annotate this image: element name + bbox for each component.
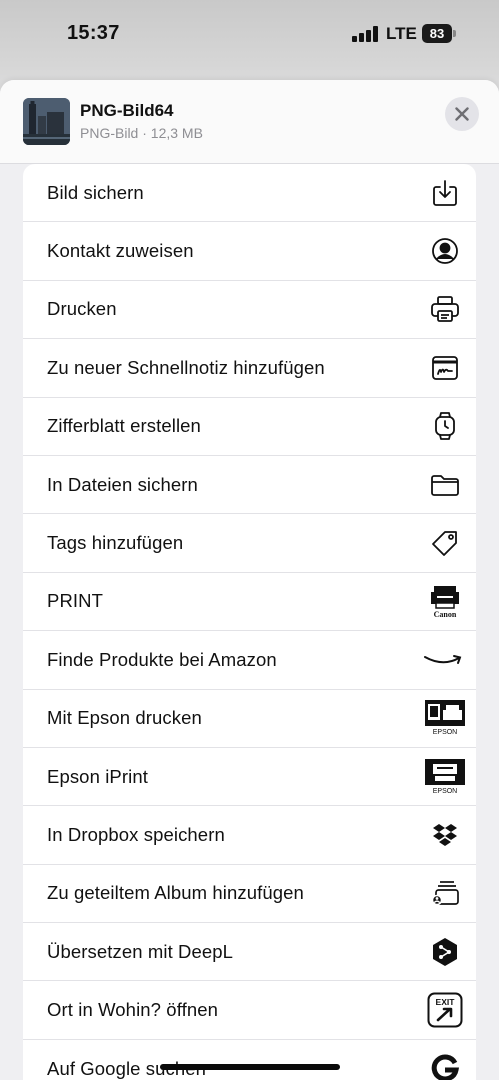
action-label: Bild sichern: [47, 181, 144, 203]
action-dropbox[interactable]: In Dropbox speichern: [23, 806, 476, 865]
svg-text:EPSON: EPSON: [433, 729, 458, 736]
action-label: Übersetzen mit DeepL: [47, 940, 234, 962]
dropbox-icon: [428, 818, 462, 852]
action-label: Drucken: [47, 298, 117, 320]
action-label: Epson iPrint: [47, 765, 148, 787]
action-create-watch-face[interactable]: Zifferblatt erstellen: [23, 398, 476, 456]
action-label: Finde Produkte bei Amazon: [47, 648, 277, 670]
share-sheet: PNG-Bild64 PNG-Bild · 12,3 MB Bild siche…: [0, 80, 499, 1080]
exit-sign-icon: EXIT: [426, 992, 464, 1028]
action-label: Kontakt zuweisen: [47, 240, 194, 262]
canon-print-icon: Canon: [428, 584, 462, 618]
shared-album-icon: [428, 876, 462, 910]
network-type: LTE: [386, 24, 417, 43]
action-google[interactable]: Auf Google suchen: [23, 1040, 476, 1080]
file-title: PNG-Bild64: [80, 101, 174, 120]
folder-icon: [428, 468, 462, 502]
action-label: PRINT: [47, 590, 103, 612]
action-label: In Dateien sichern: [47, 473, 198, 495]
svg-text:EPSON: EPSON: [433, 788, 458, 795]
action-add-tags[interactable]: Tags hinzufügen: [23, 514, 476, 573]
svg-text:Canon: Canon: [434, 610, 457, 618]
save-image-icon: [428, 176, 462, 210]
action-deepl[interactable]: Übersetzen mit DeepL: [23, 923, 476, 982]
action-label: Zu neuer Schnellnotiz hinzufügen: [47, 356, 325, 378]
quick-note-icon: [428, 351, 462, 385]
file-subtitle: PNG-Bild · 12,3 MB: [80, 125, 203, 141]
action-label: Zifferblatt erstellen: [47, 415, 201, 437]
action-wohin[interactable]: Ort in Wohin? öffnen EXIT: [23, 981, 476, 1040]
person-circle-icon: [428, 234, 462, 268]
watch-icon: [428, 409, 462, 443]
close-icon: [455, 107, 469, 121]
battery-icon: 83: [422, 24, 452, 43]
action-label: Mit Epson drucken: [47, 707, 202, 729]
action-print[interactable]: Drucken: [23, 281, 476, 340]
printer-icon: [428, 292, 462, 326]
cellular-signal-icon: [352, 26, 378, 42]
epson-iprint-icon: EPSON: [425, 758, 465, 795]
action-list: Bild sichern Kontakt zuweisen Drucken Zu…: [23, 164, 476, 1080]
amazon-smile-icon: [423, 643, 463, 677]
action-quick-note[interactable]: Zu neuer Schnellnotiz hinzufügen: [23, 339, 476, 398]
action-epson-print[interactable]: Mit Epson drucken EPSON: [23, 690, 476, 748]
file-thumbnail: [23, 98, 70, 145]
action-save-image[interactable]: Bild sichern: [23, 164, 476, 223]
action-save-to-files[interactable]: In Dateien sichern: [23, 456, 476, 515]
share-sheet-header: PNG-Bild64 PNG-Bild · 12,3 MB: [0, 80, 499, 164]
status-bar: 15:37 LTE 83: [0, 0, 499, 70]
svg-text:EXIT: EXIT: [436, 997, 456, 1007]
deepl-icon: [428, 935, 462, 969]
action-assign-contact[interactable]: Kontakt zuweisen: [23, 222, 476, 281]
home-indicator[interactable]: [160, 1064, 340, 1070]
tag-icon: [428, 526, 462, 560]
status-time: 15:37: [67, 22, 120, 44]
action-amazon[interactable]: Finde Produkte bei Amazon: [23, 631, 476, 690]
close-button[interactable]: [445, 97, 479, 131]
google-g-icon: [428, 1052, 462, 1080]
action-label: Tags hinzufügen: [47, 532, 184, 554]
action-shared-album[interactable]: Zu geteiltem Album hinzufügen: [23, 865, 476, 924]
action-label: Ort in Wohin? öffnen: [47, 999, 219, 1021]
battery-tip: [453, 30, 456, 37]
action-canon-print[interactable]: PRINT Canon: [23, 573, 476, 632]
action-epson-iprint[interactable]: Epson iPrint EPSON: [23, 748, 476, 807]
action-label: In Dropbox speichern: [47, 823, 225, 845]
epson-print-icon: EPSON: [425, 700, 465, 736]
action-label: Zu geteiltem Album hinzufügen: [47, 882, 304, 904]
